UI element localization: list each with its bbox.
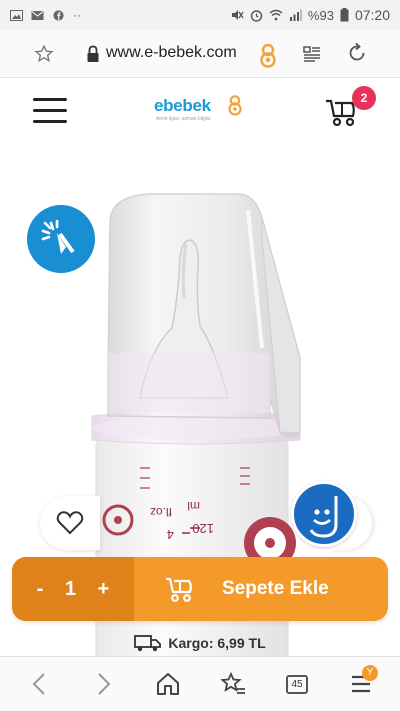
alarm-icon: [250, 9, 263, 22]
lock-icon: [87, 45, 99, 62]
gallery-icon: [10, 9, 23, 21]
reader-mode-icon[interactable]: [302, 44, 322, 64]
increase-quantity-button[interactable]: +: [98, 578, 110, 601]
heart-icon: [56, 511, 84, 535]
bookmarks-icon[interactable]: [220, 671, 246, 697]
support-chat-button[interactable]: [291, 481, 357, 547]
cursor-click-icon: [41, 219, 75, 255]
system-icons: %93 07:20: [230, 7, 390, 23]
more-notifications-icon: ··: [73, 8, 81, 22]
bottle-mark-4: 4: [167, 527, 174, 542]
decrease-quantity-button[interactable]: -: [37, 578, 44, 601]
battery-icon: [340, 8, 349, 22]
site-logo[interactable]: ebebek Anne ilgisi, uzman bilgisi: [154, 95, 242, 122]
url-text[interactable]: www.e-bebek.com: [106, 44, 237, 62]
bookmark-star-icon[interactable]: [34, 44, 54, 64]
shipping-text: Kargo: 6,99 TL: [168, 635, 266, 651]
back-icon[interactable]: [30, 671, 48, 697]
forward-icon[interactable]: [95, 671, 113, 697]
signal-icon: [289, 9, 302, 21]
browser-bottom-nav: 45 Y: [0, 656, 400, 711]
menu-bar: [33, 109, 67, 112]
quantity-value: 1: [64, 577, 77, 600]
stroller-icon: [166, 577, 192, 602]
menu-update-badge: Y: [362, 665, 378, 681]
bottle-mark-floz: fl.oz: [150, 505, 172, 519]
menu-bar: [33, 120, 67, 123]
smiley-support-icon: [309, 496, 338, 538]
logo-tagline: Anne ilgisi, uzman bilgisi: [156, 116, 211, 122]
truck-icon: [134, 635, 162, 652]
facebook-icon: [53, 9, 64, 21]
reload-icon[interactable]: [346, 42, 368, 64]
cart-count-badge[interactable]: 2: [352, 86, 376, 110]
home-icon[interactable]: [156, 671, 180, 697]
mute-icon: [231, 10, 244, 20]
menu-button[interactable]: [33, 98, 67, 126]
favorite-button[interactable]: [40, 496, 100, 550]
wifi-icon: [269, 9, 283, 21]
clock: 07:20: [354, 7, 390, 23]
logo-text: ebebek: [154, 96, 211, 115]
add-to-cart-label: Sepete Ekle: [222, 578, 329, 599]
bottle-mark-ml: ml: [187, 499, 200, 513]
browser-url-bar: www.e-bebek.com: [0, 30, 400, 78]
quantity-stepper: - 1 +: [12, 557, 134, 621]
tabs-button[interactable]: 45: [286, 675, 308, 694]
battery-level: %93: [307, 7, 334, 23]
logo-mark-icon: [228, 95, 242, 116]
site-badge-icon[interactable]: [256, 42, 280, 68]
shipping-info: Kargo: 6,99 TL: [0, 630, 400, 656]
menu-bar: [33, 98, 67, 101]
add-to-cart-button[interactable]: Sepete Ekle: [134, 557, 388, 621]
status-bar: ·· %93 07:20: [0, 0, 400, 30]
mail-icon: [31, 10, 44, 20]
touch-click-badge[interactable]: [27, 205, 95, 273]
notification-icons: ··: [10, 8, 81, 22]
site-header: ebebek Anne ilgisi, uzman bilgisi 2: [0, 78, 400, 148]
add-to-cart-bar: - 1 + Sepete Ekle: [12, 557, 388, 621]
